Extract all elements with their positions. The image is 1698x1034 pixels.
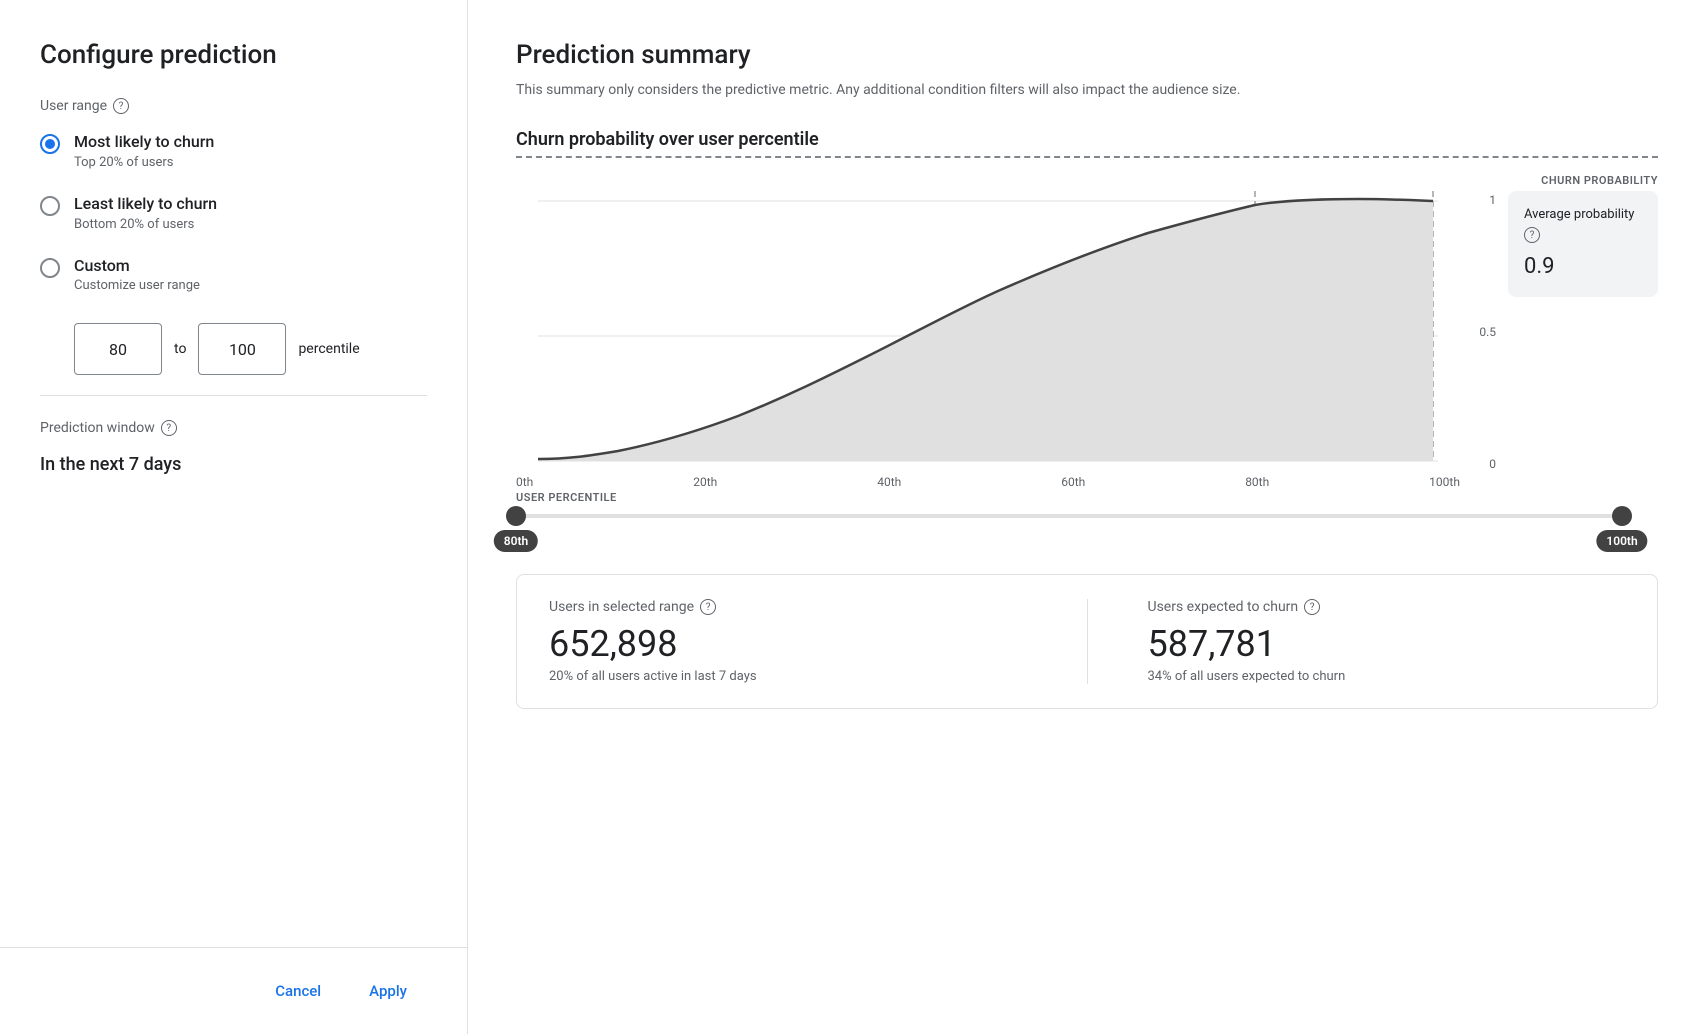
tooltip-label: Average probability [1524, 207, 1634, 222]
prediction-window-label: Prediction window ? [40, 420, 427, 436]
stat-users-expected-help-icon[interactable]: ? [1304, 599, 1320, 615]
section-divider [40, 395, 427, 396]
radio-least-likely-circle[interactable] [40, 196, 60, 216]
y-label-0: 0 [1468, 457, 1496, 471]
stat-users-expected-to-churn: Users expected to churn ? 587,781 34% of… [1148, 599, 1626, 684]
tooltip-value: 0.9 [1524, 250, 1642, 283]
percentile-to-input[interactable] [198, 323, 286, 375]
user-percentile-axis-label: USER PERCENTILE [516, 491, 1460, 504]
x-label-0: 0th [516, 475, 533, 489]
churn-chart [516, 191, 1460, 471]
stat-users-in-range: Users in selected range ? 652,898 20% of… [549, 599, 1027, 684]
radio-custom-labels: Custom Customize user range [74, 256, 200, 294]
stat-users-expected-header: Users expected to churn ? [1148, 599, 1626, 615]
user-range-help-icon[interactable]: ? [113, 98, 129, 114]
stats-card: Users in selected range ? 652,898 20% of… [516, 574, 1658, 709]
average-probability-tooltip: Average probability ? 0.9 [1508, 191, 1658, 297]
to-label: to [174, 341, 186, 357]
stat-users-expected-value: 587,781 [1148, 623, 1626, 665]
churn-prob-axis-label: CHURN PROBABILITY [516, 174, 1658, 187]
radio-most-likely-circle[interactable] [40, 134, 60, 154]
radio-least-likely-labels: Least likely to churn Bottom 20% of user… [74, 194, 217, 232]
percentile-suffix: percentile [298, 341, 359, 357]
tooltip-help-icon[interactable]: ? [1524, 227, 1540, 243]
x-axis-labels: 0th 20th 40th 60th 80th 100th [516, 471, 1460, 489]
stat-users-in-range-value: 652,898 [549, 623, 1027, 665]
slider-label-right: 100th [1596, 530, 1647, 552]
stat-users-expected-sub: 34% of all users expected to churn [1148, 669, 1626, 684]
slider-thumb-right[interactable] [1612, 506, 1632, 526]
chart-title: Churn probability over user percentile [516, 129, 1658, 158]
prediction-window-help-icon[interactable]: ? [161, 420, 177, 436]
stat-users-in-range-help-icon[interactable]: ? [700, 599, 716, 615]
stat-users-in-range-header: Users in selected range ? [549, 599, 1027, 615]
x-label-60: 60th [1061, 475, 1085, 489]
x-label-100: 100th [1429, 475, 1460, 489]
radio-least-likely[interactable]: Least likely to churn Bottom 20% of user… [40, 194, 427, 232]
x-label-20: 20th [693, 475, 717, 489]
percentile-row: to percentile [74, 323, 427, 375]
configure-prediction-title: Configure prediction [40, 40, 427, 70]
percentile-from-input[interactable] [74, 323, 162, 375]
cancel-button[interactable]: Cancel [255, 972, 341, 1010]
y-label-05: 0.5 [1468, 325, 1496, 339]
user-range-label: User range ? [40, 98, 427, 114]
chart-wrapper: 0th 20th 40th 60th 80th 100th USER PERCE… [516, 191, 1460, 504]
prediction-window-value: In the next 7 days [40, 454, 427, 475]
action-row: Cancel Apply [40, 948, 427, 1034]
stat-users-in-range-label: Users in selected range [549, 599, 694, 615]
slider-label-left: 80th [494, 530, 538, 552]
y-label-1: 1 [1468, 193, 1496, 207]
chart-container: CHURN PROBABILITY [516, 174, 1658, 709]
right-panel: Prediction summary This summary only con… [468, 0, 1698, 1034]
apply-button[interactable]: Apply [349, 972, 427, 1010]
summary-description: This summary only considers the predicti… [516, 80, 1416, 101]
slider-track-bg [516, 514, 1622, 518]
radio-custom-circle[interactable] [40, 258, 60, 278]
x-label-80: 80th [1245, 475, 1269, 489]
radio-most-likely-labels: Most likely to churn Top 20% of users [74, 132, 214, 170]
stat-divider [1087, 599, 1088, 684]
radio-most-likely[interactable]: Most likely to churn Top 20% of users [40, 132, 427, 170]
stat-users-in-range-sub: 20% of all users active in last 7 days [549, 669, 1027, 684]
left-panel: Configure prediction User range ? Most l… [0, 0, 468, 1034]
prediction-window-section: Prediction window ? In the next 7 days [40, 420, 427, 475]
x-label-40: 40th [877, 475, 901, 489]
stat-users-expected-label: Users expected to churn [1148, 599, 1299, 615]
radio-custom[interactable]: Custom Customize user range [40, 256, 427, 294]
prediction-summary-title: Prediction summary [516, 40, 1658, 70]
slider-section: 80th 100th [516, 504, 1658, 564]
slider-thumb-left[interactable] [506, 506, 526, 526]
